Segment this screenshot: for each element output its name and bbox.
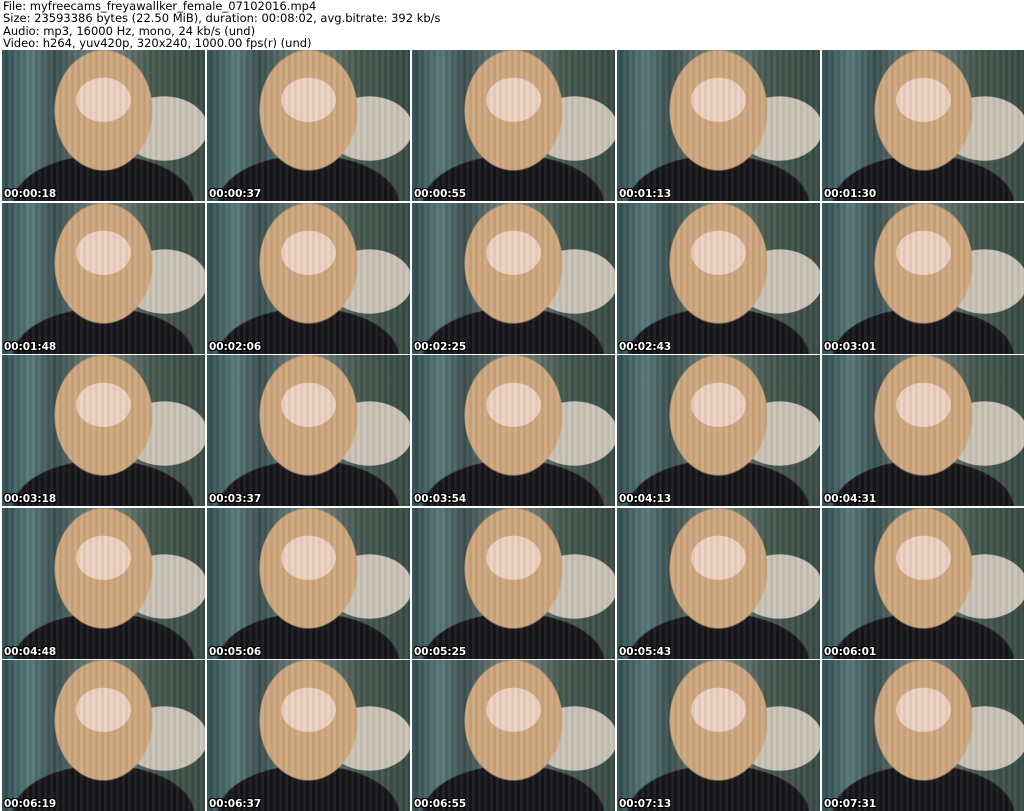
video-thumbnail: 00:02:43 [617,202,820,354]
file-info-header: File: myfreecams_freyawallker_female_071… [3,0,1021,50]
thumbnail-timestamp: 00:05:25 [414,645,467,658]
thumbnail-timestamp: 00:05:43 [619,645,672,658]
thumbnail-timestamp: 00:04:48 [4,645,57,658]
thumbnail-timestamp: 00:01:30 [824,188,877,200]
video-thumbnail: 00:03:37 [207,355,410,506]
thumbnail-timestamp: 00:07:31 [824,798,877,810]
thumbnail-timestamp: 00:03:01 [824,340,877,353]
thumbnail-timestamp: 00:01:13 [619,188,672,200]
thumbnail-timestamp: 00:04:13 [619,493,672,505]
thumbnail-timestamp: 00:03:37 [209,493,262,505]
thumbnail-grid: 00:00:18 00:00:37 00:00:55 00:01:13 00:01:30… [0,50,1024,811]
video-thumbnail: 00:01:13 [617,50,820,201]
thumbnail-timestamp: 00:07:13 [619,798,672,810]
thumbnail-timestamp: 00:00:18 [4,188,57,200]
thumbnail-timestamp: 00:06:01 [824,645,877,658]
video-thumbnail: 00:07:13 [617,660,820,811]
video-thumbnail: 00:06:19 [2,660,205,811]
video-thumbnail: 00:04:31 [822,355,1024,506]
video-thumbnail: 00:05:06 [207,507,410,659]
video-thumbnail: 00:00:37 [207,50,410,201]
thumbnail-timestamp: 00:06:37 [209,798,262,810]
thumbnail-timestamp: 00:02:43 [619,340,672,353]
video-thumbnail: 00:06:37 [207,660,410,811]
thumbnail-timestamp: 00:02:25 [414,340,467,353]
video-thumbnail: 00:03:01 [822,202,1024,354]
video-thumbnail: 00:06:55 [412,660,615,811]
video-thumbnail: 00:05:25 [412,507,615,659]
thumbnail-timestamp: 00:01:48 [4,340,57,353]
thumbnail-timestamp: 00:03:18 [4,493,57,505]
thumbnail-timestamp: 00:00:37 [209,188,262,200]
thumbnail-timestamp: 00:03:54 [414,493,467,505]
video-thumbnail: 00:01:48 [2,202,205,354]
video-thumbnail: 00:05:43 [617,507,820,659]
video-thumbnail: 00:04:13 [617,355,820,506]
video-thumbnail: 00:02:25 [412,202,615,354]
file-size-line: Size: 23593386 bytes (22.50 MiB), durati… [3,11,441,26]
video-thumbnail: 00:03:54 [412,355,615,506]
video-thumbnail: 00:00:55 [412,50,615,201]
thumbnail-timestamp: 00:05:06 [209,645,262,658]
video-thumbnail: 00:02:06 [207,202,410,354]
thumbnail-timestamp: 00:06:55 [414,798,467,810]
thumbnail-timestamp: 00:06:19 [4,798,57,810]
video-thumbnail: 00:07:31 [822,660,1024,811]
video-thumbnail: 00:01:30 [822,50,1024,201]
video-thumbnail: 00:03:18 [2,355,205,506]
video-thumbnail: 00:06:01 [822,507,1024,659]
video-thumbnail: 00:00:18 [2,50,205,201]
thumbnail-timestamp: 00:02:06 [209,340,262,353]
video-info-line: Video: h264, yuv420p, 320x240, 1000.00 f… [3,36,312,51]
thumbnail-timestamp: 00:04:31 [824,493,877,505]
video-thumbnail: 00:04:48 [2,507,205,659]
thumbnail-timestamp: 00:00:55 [414,188,467,200]
